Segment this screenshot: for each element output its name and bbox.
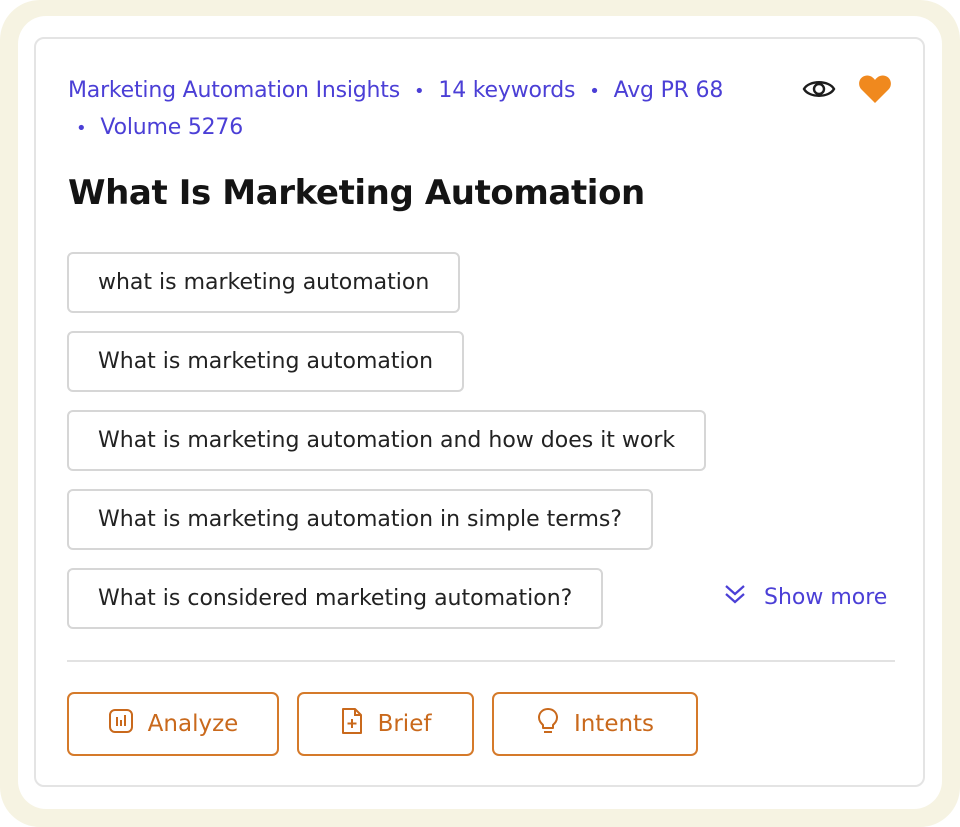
avg-pr: Avg PR 68	[613, 78, 724, 103]
lightbulb-icon	[536, 707, 560, 741]
brief-label: Brief	[377, 711, 432, 737]
topic-meta: Marketing Automation Insights • 14 keyword…	[68, 73, 768, 147]
keyword-count: 14 keywords	[438, 78, 576, 103]
intents-button[interactable]: Intents	[492, 692, 698, 756]
keyword-chip[interactable]: What is marketing automation	[67, 331, 465, 392]
page-title: What Is Marketing Automation	[68, 173, 645, 213]
card-icons	[801, 73, 893, 105]
intents-label: Intents	[573, 711, 655, 737]
show-more-button[interactable]: Show more	[724, 583, 887, 611]
document-plus-icon	[340, 707, 364, 741]
keyword-chip[interactable]: What is considered marketing automation?	[67, 568, 604, 629]
analyze-button[interactable]: Analyze	[67, 692, 279, 756]
keyword-list: what is marketing automation What is mar…	[67, 252, 707, 647]
search-volume: Volume 5276	[100, 115, 244, 140]
divider	[67, 660, 895, 662]
heart-icon[interactable]	[857, 73, 893, 105]
separator-dot: •	[76, 118, 87, 139]
analyze-label: Analyze	[147, 711, 239, 737]
separator-dot: •	[413, 81, 425, 102]
show-more-label: Show more	[764, 584, 888, 610]
keyword-chip[interactable]: What is marketing automation and how doe…	[67, 410, 707, 471]
topic-card: Marketing Automation Insights • 14 keyword…	[34, 37, 925, 787]
eye-icon[interactable]	[801, 73, 837, 105]
separator-dot: •	[589, 81, 600, 102]
bar-chart-icon	[108, 708, 134, 740]
keyword-chip[interactable]: what is marketing automation	[67, 252, 461, 313]
action-bar: Analyze Brief Intents	[67, 692, 716, 756]
keyword-chip[interactable]: What is marketing automation in simple t…	[67, 489, 654, 550]
brief-button[interactable]: Brief	[297, 692, 474, 756]
topic-category[interactable]: Marketing Automation Insights	[68, 78, 400, 103]
chevron-double-down-icon	[724, 583, 746, 611]
